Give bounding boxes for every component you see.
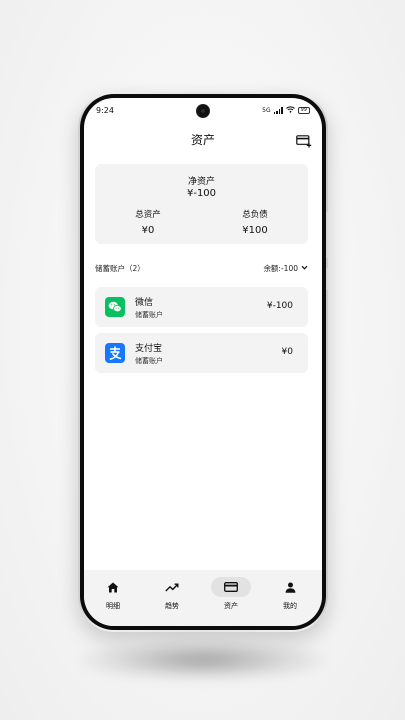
total-liabilities: 总负债 ¥100 — [202, 208, 308, 236]
savings-section-header: 储蓄账户（2） 余额:-100 — [95, 263, 308, 275]
trending-up-icon — [165, 583, 179, 591]
signal-icon — [273, 107, 283, 114]
wifi-icon — [285, 106, 295, 115]
network-type: 5G — [262, 107, 271, 114]
tab-label: 趋势 — [165, 602, 179, 610]
alipay-icon — [105, 343, 125, 363]
page-title: 资产 — [190, 133, 215, 147]
total-assets-value: ¥0 — [141, 225, 155, 236]
credit-card-icon-wrap — [211, 577, 251, 597]
total-assets-label: 总资产 — [135, 210, 161, 220]
account-item-alipay[interactable]: 支付宝 储蓄账户 ¥0 — [95, 333, 308, 373]
wechat-icon — [105, 297, 125, 317]
tab-assets[interactable]: 资产 — [211, 577, 251, 611]
status-icons: 5G 99 — [262, 106, 310, 115]
account-type: 储蓄账户 — [135, 311, 163, 319]
home-icon — [107, 582, 119, 592]
person-icon — [285, 582, 295, 593]
tab-label: 我的 — [283, 602, 297, 610]
account-item-wechat[interactable]: 微信 储蓄账户 ¥-100 — [95, 287, 308, 327]
asset-summary-card: 净资产 ¥-100 总资产 ¥0 总负债 ¥100 — [95, 164, 308, 244]
tab-label: 明细 — [106, 602, 120, 610]
account-amount: ¥-100 — [266, 301, 293, 311]
app-screen: 9:24 5G 99 资产 净资产 ¥-100 总资产 ¥0 总负债 ¥100 — [84, 98, 322, 626]
account-name: 微信 — [135, 298, 154, 308]
account-amount: ¥0 — [281, 347, 293, 357]
net-assets-label: 净资产 — [187, 177, 215, 187]
section-title: 储蓄账户（2） — [95, 264, 145, 273]
tab-label: 资产 — [224, 602, 238, 610]
total-liabilities-label: 总负债 — [242, 210, 268, 220]
status-time: 9:24 — [96, 106, 114, 115]
net-assets-value: ¥-100 — [186, 188, 217, 199]
account-name: 支付宝 — [135, 344, 163, 354]
bottom-tab-bar: 明细 趋势 资产 我的 — [84, 570, 322, 626]
home-icon-wrap — [93, 577, 133, 597]
tab-details[interactable]: 明细 — [93, 577, 133, 611]
person-icon-wrap — [270, 577, 310, 597]
tab-profile[interactable]: 我的 — [270, 577, 310, 611]
add-card-icon[interactable] — [296, 133, 312, 148]
total-liabilities-value: ¥100 — [242, 225, 268, 236]
total-assets: 总资产 ¥0 — [95, 208, 201, 236]
front-camera — [197, 105, 209, 117]
phone-shadow — [78, 640, 328, 680]
account-type: 储蓄账户 — [135, 357, 163, 365]
tab-trend[interactable]: 趋势 — [152, 577, 192, 611]
chevron-down-icon[interactable] — [301, 264, 308, 271]
battery-icon: 99 — [297, 107, 310, 114]
balance-toggle[interactable]: 余额:-100 — [263, 263, 298, 274]
trending-up-icon-wrap — [152, 577, 192, 597]
credit-card-icon — [224, 582, 238, 592]
